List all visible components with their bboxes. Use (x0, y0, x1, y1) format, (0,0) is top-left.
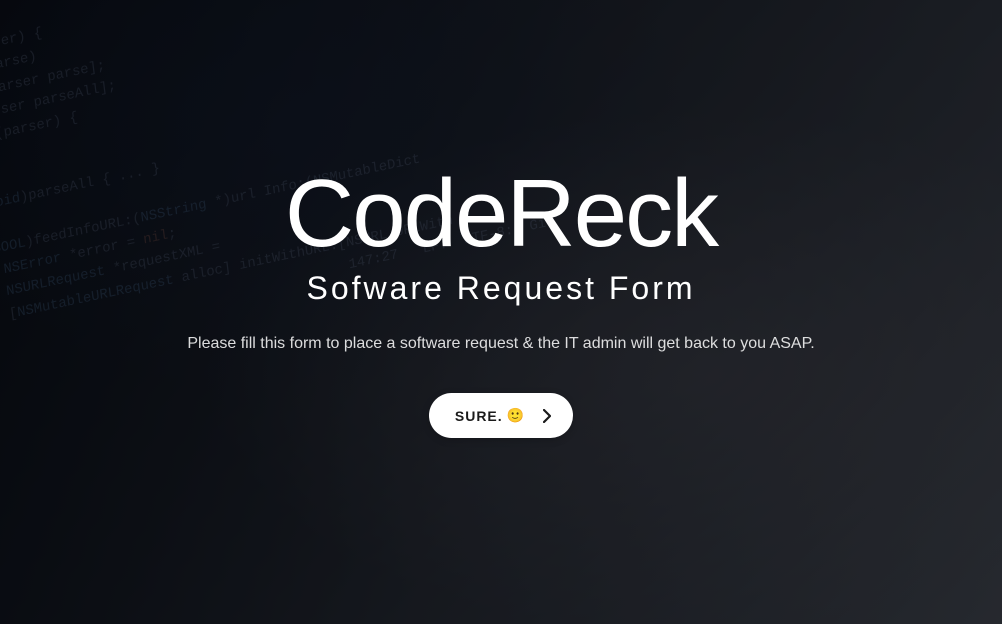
hero-content: CodeReck Sofware Request Form Please fil… (0, 0, 1002, 624)
page-description: Please fill this form to place a softwar… (187, 335, 814, 353)
start-button[interactable]: SURE. 🙂 (429, 393, 573, 438)
smile-emoji-icon: 🙂 (507, 407, 525, 424)
page-title: CodeReck (285, 166, 717, 262)
start-button-label: SURE. 🙂 (455, 407, 525, 424)
chevron-right-icon (543, 409, 551, 423)
page-subtitle: Sofware Request Form (306, 270, 695, 307)
